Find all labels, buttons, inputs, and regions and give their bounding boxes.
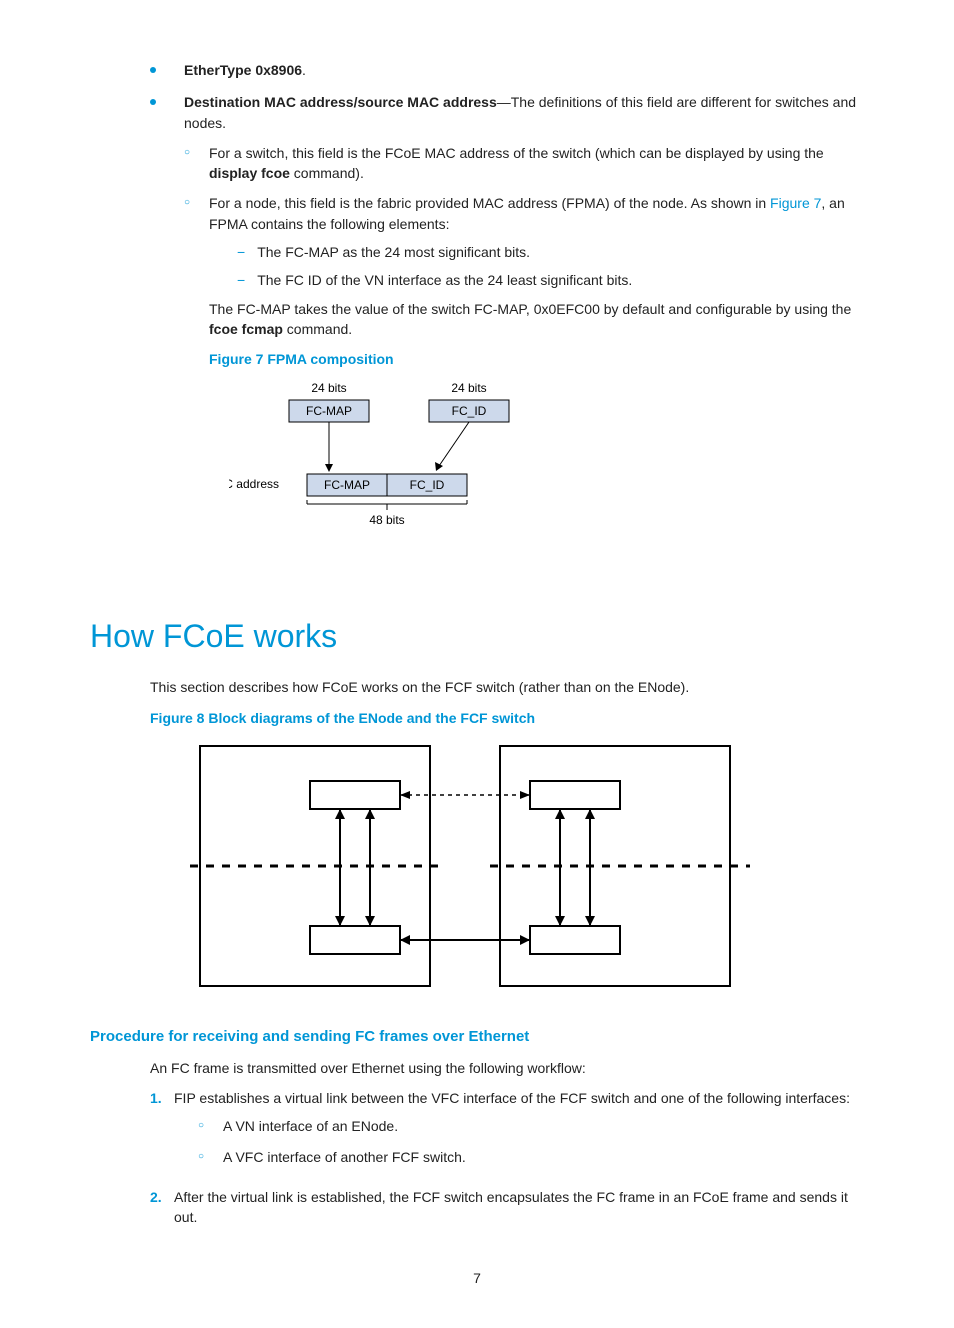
bullet-item: EtherType 0x8906.	[150, 60, 864, 80]
section-intro: This section describes how FCoE works on…	[150, 677, 864, 697]
figure-link[interactable]: Figure 7	[770, 195, 821, 211]
section-heading: How FCoE works	[90, 613, 864, 659]
circle-item: ○ For a node, this field is the fabric p…	[184, 193, 864, 562]
figure8-caption: Figure 8 Block diagrams of the ENode and…	[150, 708, 864, 728]
figure7-diagram: 24 bits 24 bits FC-MAP FC_ID	[229, 378, 864, 543]
bullet-icon	[150, 99, 156, 105]
circle-text: A VN interface of an ENode.	[223, 1116, 864, 1136]
circle-icon: ○	[184, 196, 194, 562]
circle-item: ○ A VN interface of an ENode.	[198, 1116, 864, 1136]
num-text: After the virtual link is established, t…	[174, 1187, 864, 1228]
circle-list: ○ For a switch, this field is the FCoE M…	[184, 143, 864, 563]
circle-item: ○ For a switch, this field is the FCoE M…	[184, 143, 864, 184]
sub-circle-list: ○ A VN interface of an ENode. ○ A VFC in…	[198, 1116, 864, 1167]
fig7-bits-label: 24 bits	[451, 381, 486, 395]
num-text-body: FIP establishes a virtual link between t…	[174, 1090, 850, 1106]
fcmap-paragraph: The FC-MAP takes the value of the switch…	[209, 299, 864, 340]
circ-suffix: command).	[290, 165, 364, 181]
dash-list: − The FC-MAP as the 24 most significant …	[237, 242, 864, 291]
circ-bold: display fcoe	[209, 165, 290, 181]
bullet-suffix: .	[302, 62, 306, 78]
fig7-mac-label: MAC address	[229, 477, 279, 491]
dash-icon: −	[237, 242, 245, 262]
fcmap-suffix: command.	[283, 321, 352, 337]
numbered-item: 2. After the virtual link is established…	[150, 1187, 864, 1228]
top-bullet-list: EtherType 0x8906. Destination MAC addres…	[150, 60, 864, 573]
circle-text: A VFC interface of another FCF switch.	[223, 1147, 864, 1167]
bullet-text: EtherType 0x8906.	[184, 60, 864, 80]
num-text: FIP establishes a virtual link between t…	[174, 1088, 864, 1177]
circ-prefix: For a switch, this field is the FCoE MAC…	[209, 145, 824, 161]
bullet-icon	[150, 67, 156, 73]
num-marker: 2.	[150, 1187, 174, 1228]
fcmap-bold: fcoe fcmap	[209, 321, 283, 337]
page-number: 7	[90, 1268, 864, 1288]
dash-text: The FC-MAP as the 24 most significant bi…	[257, 242, 864, 262]
procedure-intro: An FC frame is transmitted over Ethernet…	[150, 1058, 864, 1078]
bullet-bold: Destination MAC address/source MAC addre…	[184, 94, 497, 110]
figure8-diagram	[190, 736, 864, 1001]
fig7-fcmap-box2: FC-MAP	[324, 478, 370, 492]
circle-icon: ○	[198, 1119, 208, 1136]
figure8-svg	[190, 736, 750, 996]
figure7-svg: 24 bits 24 bits FC-MAP FC_ID	[229, 378, 589, 538]
dash-item: − The FC ID of the VN interface as the 2…	[237, 270, 864, 290]
circle-icon: ○	[198, 1150, 208, 1167]
circle-icon: ○	[184, 146, 194, 184]
fig7-fcmap-box: FC-MAP	[306, 404, 352, 418]
dash-item: − The FC-MAP as the 24 most significant …	[237, 242, 864, 262]
bullet-bold: EtherType 0x8906	[184, 62, 302, 78]
circle-text: For a switch, this field is the FCoE MAC…	[209, 143, 864, 184]
bullet-text: Destination MAC address/source MAC addre…	[184, 92, 864, 573]
circle-item: ○ A VFC interface of another FCF switch.	[198, 1147, 864, 1167]
circle-text: For a node, this field is the fabric pro…	[209, 193, 864, 562]
fig7-fcid-box2: FC_ID	[410, 478, 445, 492]
fig7-bits-bottom: 48 bits	[369, 513, 404, 527]
fig7-fcid-box: FC_ID	[452, 404, 487, 418]
procedure-subhead: Procedure for receiving and sending FC f…	[90, 1026, 864, 1048]
numbered-item: 1. FIP establishes a virtual link betwee…	[150, 1088, 864, 1177]
fig7-bits-label: 24 bits	[311, 381, 346, 395]
bullet-item: Destination MAC address/source MAC addre…	[150, 92, 864, 573]
fcmap-prefix: The FC-MAP takes the value of the switch…	[209, 301, 851, 317]
dash-text: The FC ID of the VN interface as the 24 …	[257, 270, 864, 290]
dash-icon: −	[237, 270, 245, 290]
circ-prefix: For a node, this field is the fabric pro…	[209, 195, 770, 211]
num-marker: 1.	[150, 1088, 174, 1177]
numbered-list: 1. FIP establishes a virtual link betwee…	[150, 1088, 864, 1227]
figure7-caption: Figure 7 FPMA composition	[209, 349, 864, 369]
